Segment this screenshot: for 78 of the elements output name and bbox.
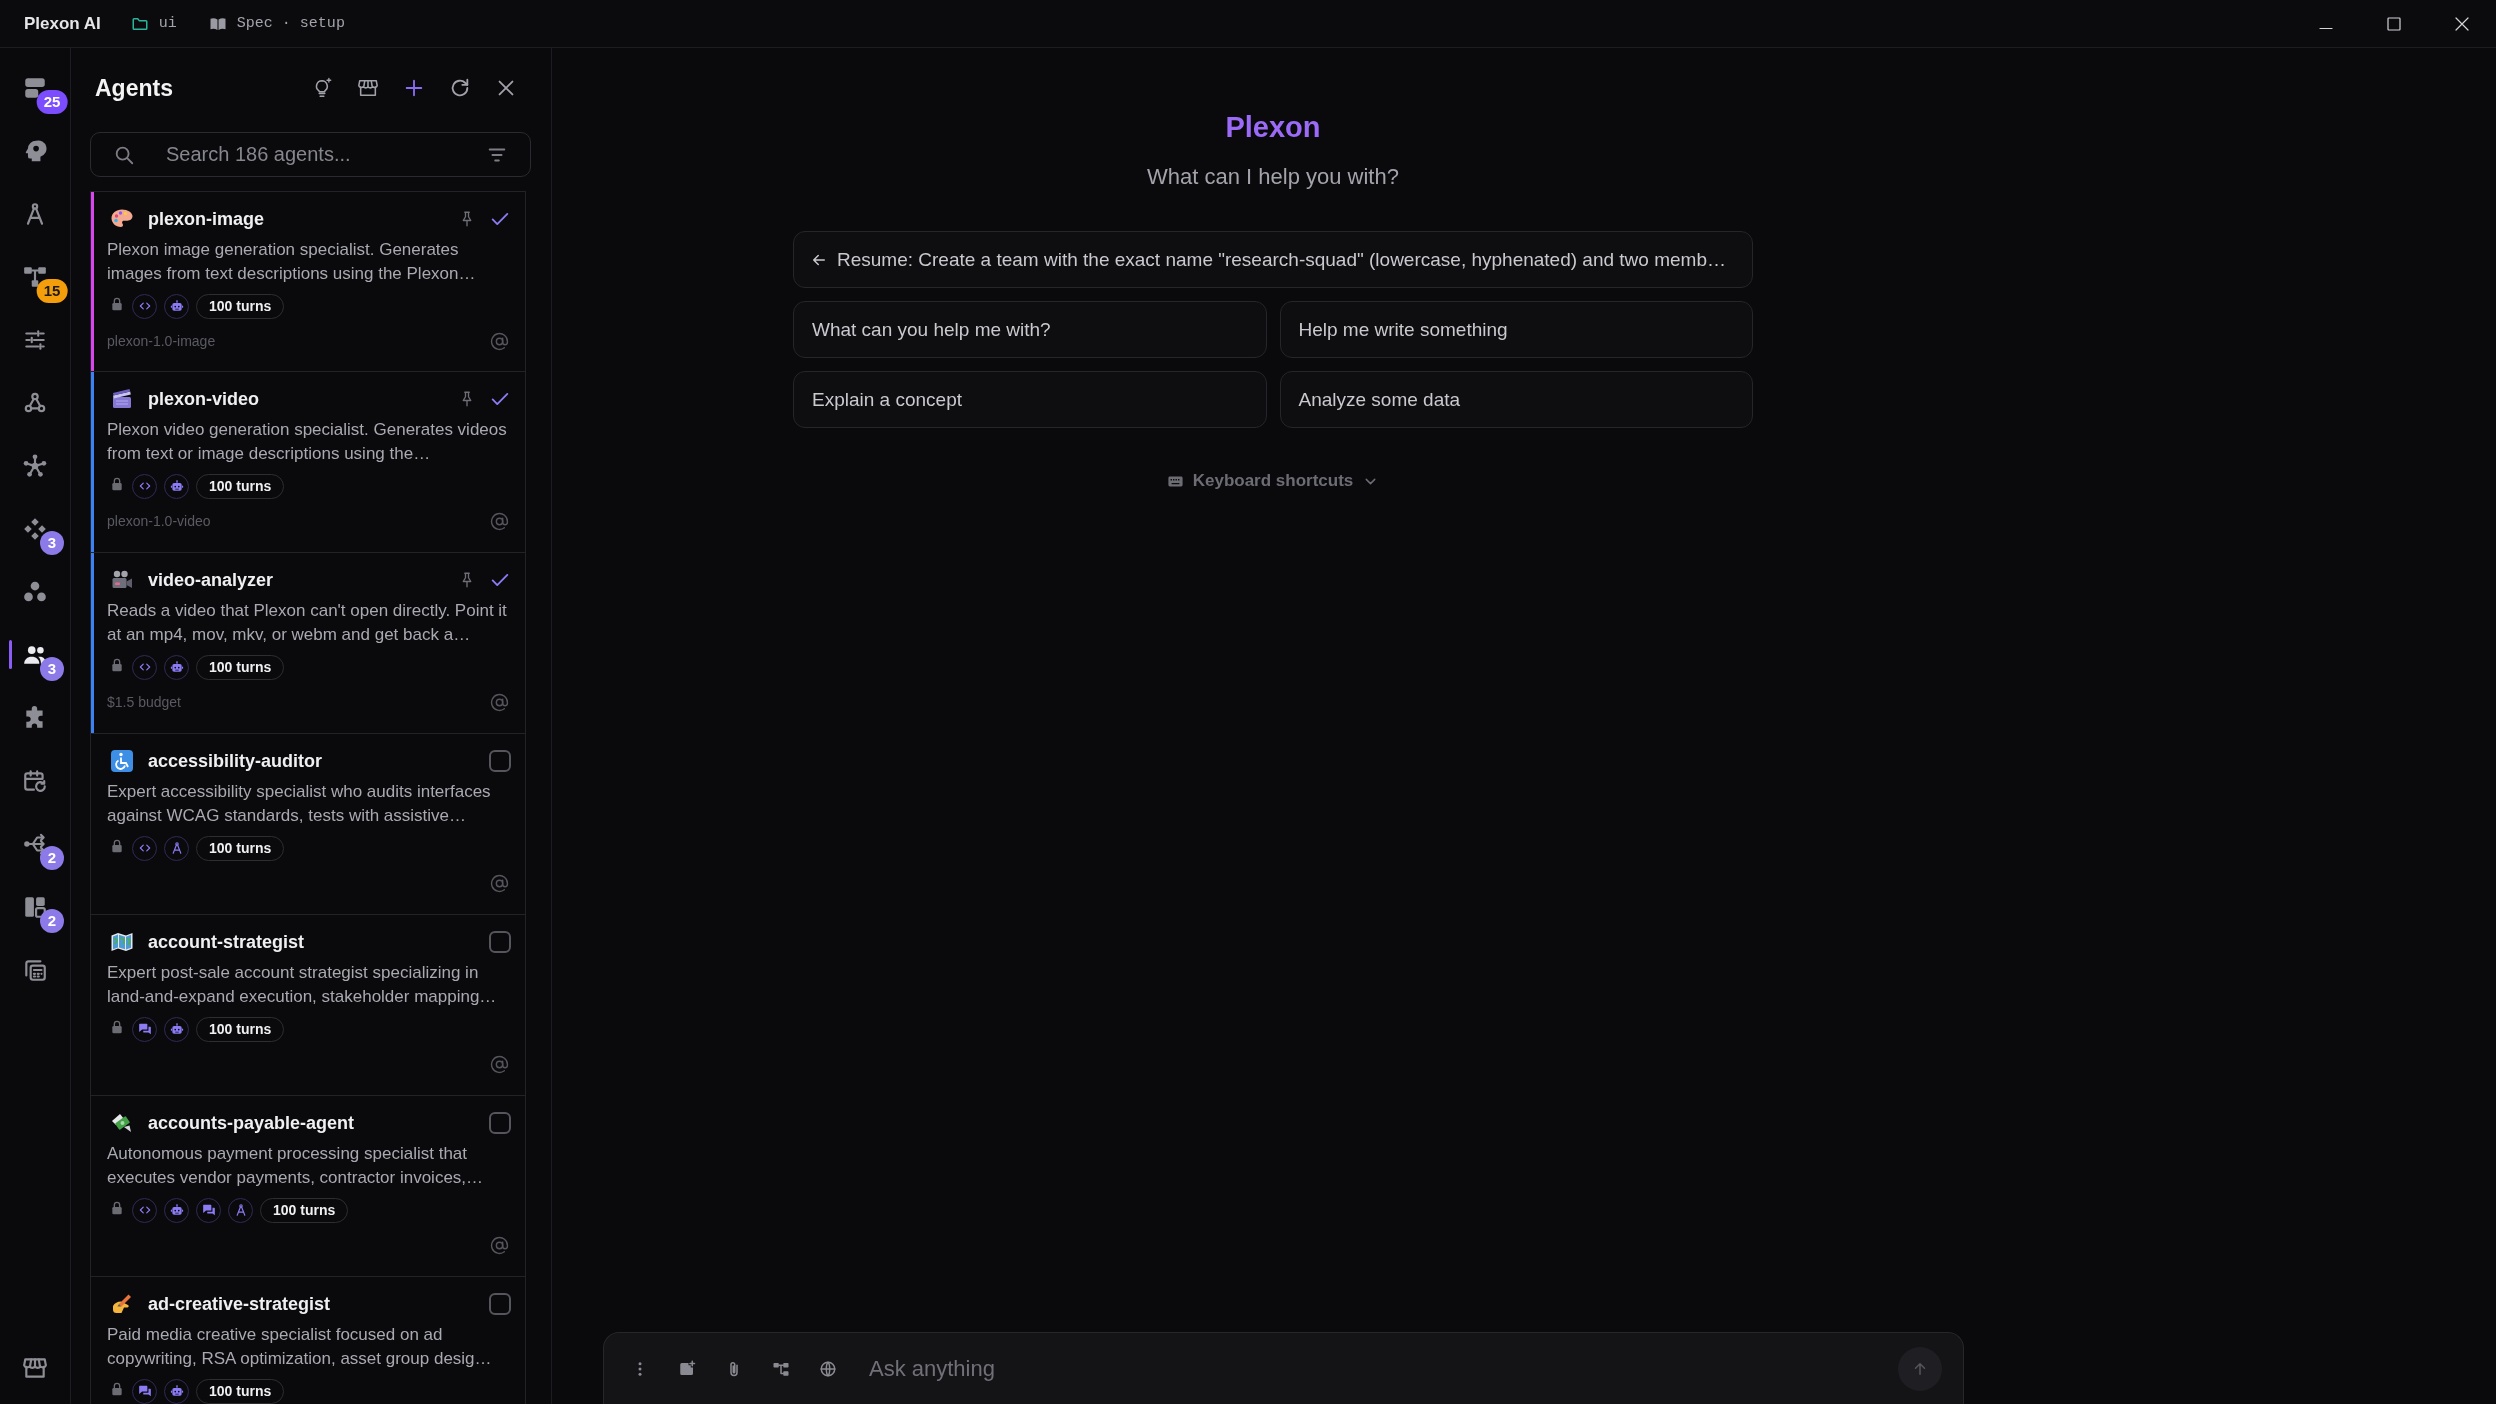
resume-button[interactable]: Resume: Create a team with the exact name "research-squad" (lowercase, hyphenated) and two memb… [793,231,1753,288]
agent-description: Expert post-sale account strategist specializing in land-and-expand execution, stakeholder mapping… [107,962,498,1008]
at-sign-icon[interactable] [490,873,509,893]
checkbox[interactable] [489,1293,511,1315]
agent-meta-text: plexon-1.0-video [107,513,211,529]
suggestion-button[interactable]: Explain a concept [793,371,1267,428]
agent-name: accounts-payable-agent [148,1112,355,1134]
refresh-icon [449,77,471,99]
search-input[interactable]: Search 186 agents... [166,143,486,166]
agent-card[interactable]: accounts-payable-agent Autonomous payment processing specialist that executes vendor payments, contractor invoices,… 100 turns [90,1096,526,1277]
checkbox[interactable] [489,1112,511,1134]
agent-card[interactable]: ad-creative-strategist Paid media creative specialist focused on ad copywriting, RSA optimization, asset group desig… 100 turns [90,1277,526,1404]
lock-icon [109,1200,125,1216]
agent-meta-text: plexon-1.0-image [107,333,216,349]
search-field[interactable]: Search 186 agents... [90,132,531,177]
checkbox[interactable] [489,931,511,953]
shortcuts-toggle[interactable]: Keyboard shortcuts [1166,471,1380,491]
count-badge: 2 [40,909,64,933]
agent-card[interactable]: video-analyzer Reads a video that Plexon can't open directly. Point it at an mp4, mov, mkv, or webm and get back a… 100 turns $1.5 budget [90,553,526,734]
agent-name: plexon-image [148,208,265,230]
agent-card[interactable]: plexon-video Plexon video generation specialist. Generates videos from text or image descriptions using the… 100 turns plexon-1.0-video [90,372,526,553]
rail-button[interactable]: 25 [0,56,70,119]
lock-icon [109,657,125,673]
lock-icon [109,838,125,854]
suggestion-button[interactable]: Analyze some data [1279,371,1753,428]
agent-name: account-strategist [148,931,305,953]
agent-name: accessibility-auditor [148,750,323,772]
agent-description: Reads a video that Plexon can't open directly. Point it at an mp4, mov, mkv, or webm and get back a… [107,600,508,646]
lock-icon [109,296,125,312]
message-composer[interactable]: Ask anything [603,1332,1964,1404]
count-badge: 25 [36,90,68,114]
at-sign-icon[interactable] [490,1054,509,1074]
store-icon [357,77,379,99]
agent-card[interactable]: accessibility-auditor Expert accessibility specialist who audits interfaces against WCAG standards, tests with assistive… 100 turns [90,734,526,915]
suggestion-button[interactable]: Help me write something [1279,301,1753,358]
plus-icon [403,77,425,99]
count-badge: 3 [40,531,64,555]
checkbox[interactable] [489,750,511,772]
suggestion-button[interactable]: What can you help me with? [793,301,1267,358]
lock-icon [109,1019,125,1035]
agent-meta-text: $1.5 budget [107,694,181,710]
count-badge: 15 [36,279,68,303]
rail-button[interactable]: 15 [0,245,70,308]
at-sign-icon[interactable] [490,692,509,712]
count-badge: 3 [40,657,64,681]
prompt-heading: What can I help you with? [1147,163,1399,191]
message-input[interactable]: Ask anything [869,1348,1898,1389]
agent-card[interactable]: account-strategist Expert post-sale account strategist specializing in land-and-expand execution, stakeholder mapping… 100 turns [90,915,526,1096]
at-sign-icon[interactable] [490,511,509,531]
globe-icon[interactable] [819,1359,837,1378]
agent-name: ad-creative-strategist [148,1293,331,1315]
agent-name: plexon-video [148,388,259,410]
panel-title: Agents [95,74,173,102]
image-plus-icon[interactable] [678,1359,696,1378]
count-badge: 2 [40,846,64,870]
agent-card[interactable]: plexon-image Plexon image generation specialist. Generates images from text descriptions using the Plexon… 100 turns plexon-1.0-image [90,191,526,372]
brand-title: Plexon [1225,110,1321,145]
app-name: Plexon AI [24,13,101,34]
maximize-icon[interactable] [2385,14,2403,33]
agent-description: Plexon video generation specialist. Generates videos from text or image descriptions using the… [107,419,508,465]
lock-icon [109,476,125,492]
at-sign-icon[interactable] [490,331,509,351]
calendar-refresh-icon [22,767,48,794]
map-icon [110,930,134,954]
hub-icon [22,452,48,479]
agent-description: Paid media creative specialist focused on ad copywriting, RSA optimization, asset group desig… [107,1324,493,1370]
agent-name: video-analyzer [148,569,274,591]
wheelchair-icon [110,749,134,773]
lock-icon [109,1381,125,1397]
money-icon [110,1111,134,1135]
agent-description: Autonomous payment processing specialist that executes vendor payments, contractor invoices,… [107,1143,485,1189]
agent-description: Expert accessibility specialist who audits interfaces against WCAG standards, tests with assistive… [107,781,492,827]
document-name[interactable]: Spec · setup [236,15,345,32]
at-sign-icon[interactable] [490,1235,509,1255]
folder-name[interactable]: ui [158,15,177,32]
hand-pencil-icon [110,1292,134,1316]
clapperboard-icon [110,387,134,411]
agent-description: Plexon image generation specialist. Generates images from text descriptions using the Plexon… [107,239,477,285]
